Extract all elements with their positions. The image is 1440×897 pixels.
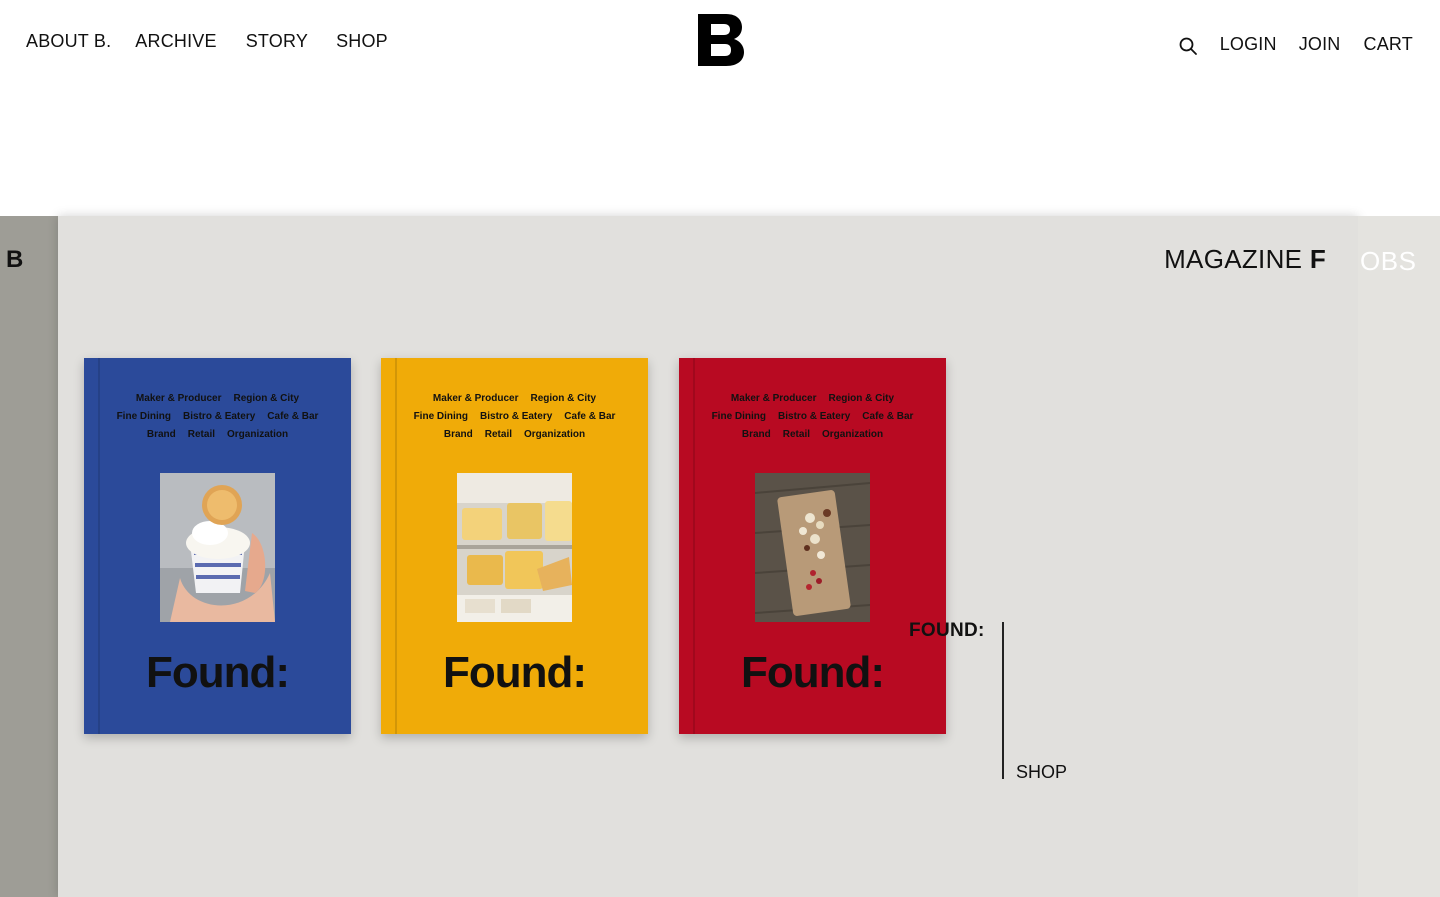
account-nav: LOGIN JOIN CART [1178,34,1413,55]
category: Fine Dining [413,411,469,422]
category: Brand [146,429,176,440]
nav-shop[interactable]: SHOP [336,31,388,52]
category: Bistro & Eatery [183,411,256,422]
category: Organization [524,429,586,440]
category: Brand [443,429,473,440]
panel-letter: B [6,246,24,273]
magazine-cover-blue[interactable]: Maker & Producer Region & City Fine Dinin… [84,358,351,734]
login-link[interactable]: LOGIN [1220,34,1277,55]
site-logo[interactable] [698,14,744,66]
category: Brand [741,429,771,440]
magazine-cover-yellow[interactable]: Maker & Producer Region & City Fine Dinin… [381,358,648,734]
category: Retail [782,429,810,440]
slider-panel-magazine-f: MAGAZINE F Maker & Producer Region & City… [58,216,1358,897]
panel-label: OBS [1360,246,1417,276]
category: Retail [484,429,512,440]
category: Organization [227,429,289,440]
cover-title: Found: [740,648,885,697]
cover-title: Found: [145,648,290,697]
cover-categories: Maker & Producer Region & City Fine Dinin… [679,390,946,444]
logo-b-mark [698,14,744,66]
search-icon[interactable] [1178,36,1198,56]
nav-about[interactable]: ABOUT B. [26,31,111,52]
cover-categories: Maker & Producer Region & City Fine Dinin… [84,390,351,444]
panel-title-regular: MAGAZINE [1164,244,1310,274]
found-label: FOUND: [909,620,985,641]
category: Cafe & Bar [564,411,616,422]
slider-panel-next[interactable]: OBS [1358,216,1440,897]
cover-photo-nuts-board [755,473,870,622]
category: Maker & Producer [432,393,519,404]
category: Cafe & Bar [862,411,914,422]
category: Region & City [233,393,300,404]
nav-story[interactable]: STORY [246,31,308,52]
panel-title: MAGAZINE F [1164,244,1326,275]
category: Maker & Producer [730,393,817,404]
cart-link[interactable]: CART [1364,34,1413,55]
category: Organization [822,429,884,440]
category: Bistro & Eatery [778,411,851,422]
nav-archive[interactable]: ARCHIVE [135,31,216,52]
category: Fine Dining [116,411,172,422]
cover-title: Found: [442,648,587,697]
shop-link[interactable]: SHOP [1016,762,1067,783]
slider-panel-previous[interactable]: B [0,216,58,897]
category: Region & City [828,393,895,404]
category: Retail [187,429,215,440]
primary-nav: ABOUT B. ARCHIVE STORY SHOP [26,31,388,52]
magazine-cover-red[interactable]: Maker & Producer Region & City Fine Dinin… [679,358,946,734]
category: Maker & Producer [135,393,222,404]
category: Cafe & Bar [267,411,319,422]
cover-categories: Maker & Producer Region & City Fine Dinin… [381,390,648,444]
cover-photo-ice-cream [160,473,275,622]
join-link[interactable]: JOIN [1299,34,1341,55]
cover-photo-cheese [457,473,572,622]
site-header: ABOUT B. ARCHIVE STORY SHOP LOGIN JOIN C… [0,0,1440,216]
panel-title-bold: F [1309,244,1326,274]
category: Fine Dining [711,411,767,422]
category: Region & City [530,393,597,404]
category: Bistro & Eatery [480,411,553,422]
divider-line [1002,622,1004,779]
